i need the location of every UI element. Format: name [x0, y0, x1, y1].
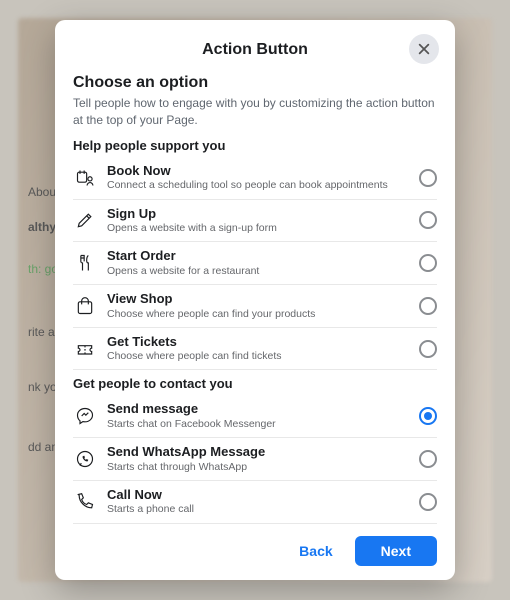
radio-control[interactable] [419, 169, 437, 187]
option-title: View Shop [107, 291, 411, 307]
radio-control[interactable] [419, 254, 437, 272]
phone-icon [73, 490, 97, 514]
radio-control[interactable] [419, 340, 437, 358]
option-view-shop[interactable]: View Shop Choose where people can find y… [73, 285, 437, 328]
option-desc: Starts chat on Facebook Messenger [107, 418, 411, 431]
option-book-now[interactable]: Book Now Connect a scheduling tool so pe… [73, 157, 437, 200]
option-title: Send message [107, 401, 411, 417]
option-call-now[interactable]: Call Now Starts a phone call [73, 481, 437, 524]
radio-control[interactable] [419, 407, 437, 425]
option-text: Book Now Connect a scheduling tool so pe… [107, 163, 411, 193]
dialog-title: Action Button [202, 41, 308, 59]
messenger-icon [73, 404, 97, 428]
section-support-label: Help people support you [73, 138, 437, 153]
section-contact-label: Get people to contact you [73, 376, 437, 391]
option-send-message[interactable]: Send message Starts chat on Facebook Mes… [73, 395, 437, 438]
action-button-dialog: Action Button Choose an option Tell peop… [55, 20, 455, 579]
utensils-icon [73, 251, 97, 275]
option-send-whatsapp[interactable]: Send WhatsApp Message Starts chat throug… [73, 438, 437, 481]
option-title: Call Now [107, 487, 411, 503]
option-desc: Opens a website for a restaurant [107, 265, 411, 278]
option-text: Call Now Starts a phone call [107, 487, 411, 517]
option-text: Start Order Opens a website for a restau… [107, 248, 411, 278]
option-desc: Starts a phone call [107, 503, 411, 516]
option-title: Send WhatsApp Message [107, 444, 411, 460]
option-desc: Choose where people can find your produc… [107, 308, 411, 321]
choose-option-subheading: Tell people how to engage with you by cu… [73, 95, 437, 127]
ticket-icon [73, 337, 97, 361]
option-desc: Opens a website with a sign-up form [107, 222, 411, 235]
dialog-header: Action Button [73, 36, 437, 64]
option-title: Get Tickets [107, 334, 411, 350]
choose-option-heading: Choose an option [73, 74, 437, 92]
radio-control[interactable] [419, 493, 437, 511]
option-text: View Shop Choose where people can find y… [107, 291, 411, 321]
radio-control[interactable] [419, 297, 437, 315]
option-desc: Connect a scheduling tool so people can … [107, 179, 411, 192]
option-text: Sign Up Opens a website with a sign-up f… [107, 206, 411, 236]
option-desc: Choose where people can find tickets [107, 350, 411, 363]
radio-control[interactable] [419, 211, 437, 229]
option-text: Send WhatsApp Message Starts chat throug… [107, 444, 411, 474]
shopping-bag-icon [73, 294, 97, 318]
whatsapp-icon [73, 447, 97, 471]
option-start-order[interactable]: Start Order Opens a website for a restau… [73, 242, 437, 285]
option-sign-up[interactable]: Sign Up Opens a website with a sign-up f… [73, 200, 437, 243]
radio-control[interactable] [419, 450, 437, 468]
close-icon [417, 42, 431, 56]
option-desc: Starts chat through WhatsApp [107, 461, 411, 474]
calendar-person-icon [73, 166, 97, 190]
pencil-icon [73, 208, 97, 232]
option-title: Book Now [107, 163, 411, 179]
close-button[interactable] [409, 34, 439, 64]
option-text: Send message Starts chat on Facebook Mes… [107, 401, 411, 431]
option-text: Get Tickets Choose where people can find… [107, 334, 411, 364]
back-button[interactable]: Back [285, 536, 346, 566]
option-title: Sign Up [107, 206, 411, 222]
option-title: Start Order [107, 248, 411, 264]
next-button[interactable]: Next [355, 536, 437, 566]
dialog-footer: Back Next [73, 536, 437, 566]
option-get-tickets[interactable]: Get Tickets Choose where people can find… [73, 328, 437, 371]
